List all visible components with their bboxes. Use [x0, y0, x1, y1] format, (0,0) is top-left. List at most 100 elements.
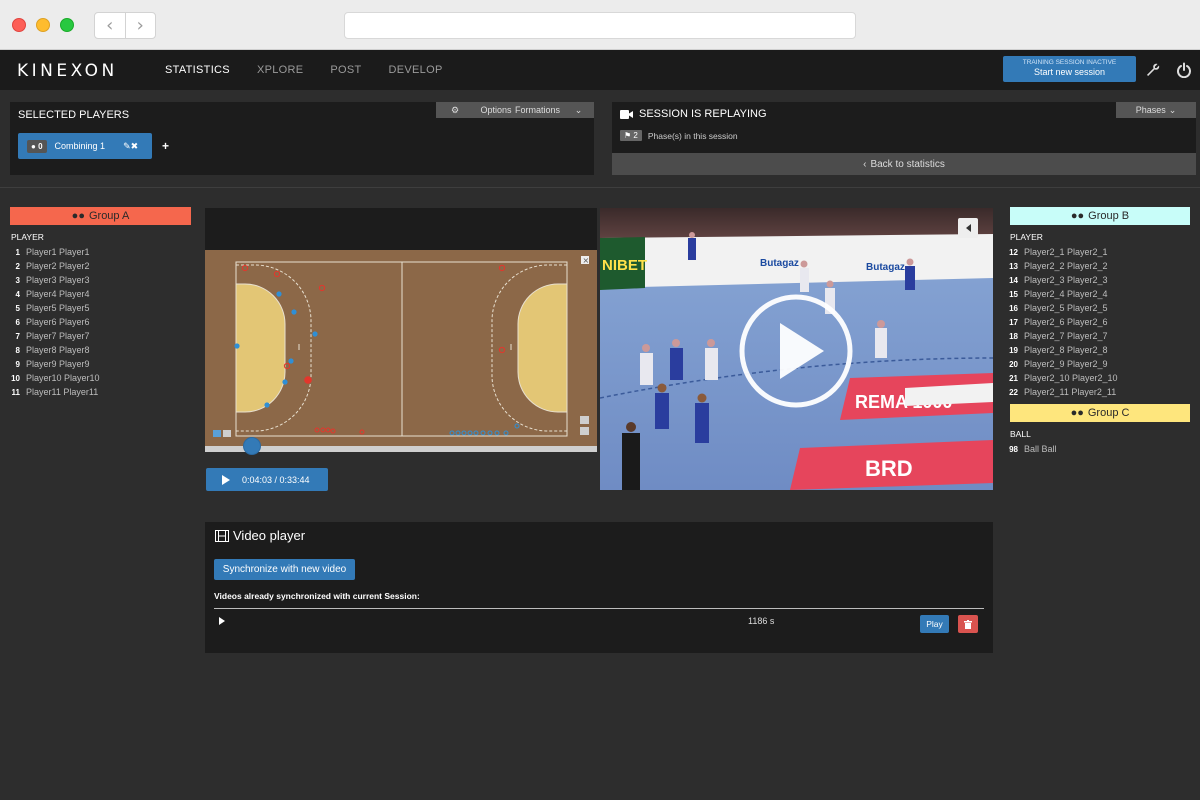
- nav-link-statistics[interactable]: STATISTICS: [165, 64, 230, 76]
- sync-video-button[interactable]: Synchronize with new video: [214, 559, 355, 580]
- group-a-list-title: PLAYER: [11, 232, 44, 242]
- nav-link-post[interactable]: POST: [330, 64, 361, 76]
- session-replay-panel: SESSION IS REPLAYING Phases ⌄ ⚑ 2 Phase(s…: [612, 102, 1196, 175]
- phase-count: 2: [633, 131, 638, 140]
- player-list-item[interactable]: 8 Player8 Player8: [2, 343, 100, 357]
- player-list-item[interactable]: 14 Player2_3 Player2_3: [1000, 273, 1118, 287]
- options-bar: ⚙ Options Formations ⌄: [436, 102, 594, 118]
- url-bar[interactable]: [344, 12, 856, 39]
- phases-button[interactable]: Phases ⌄: [1116, 102, 1196, 118]
- player-list-item[interactable]: 5 Player5 Player5: [2, 301, 100, 315]
- power-icon[interactable]: [1176, 62, 1192, 78]
- group-c-name: Group C: [1087, 407, 1130, 419]
- combine-button[interactable]: ● 0 Combining 1 ✎✖: [18, 133, 152, 159]
- player-name: Player2_8 Player2_8: [1024, 345, 1108, 355]
- back-arrow-icon[interactable]: ‹: [95, 13, 126, 38]
- formations-button[interactable]: Formations ⌄: [515, 102, 594, 118]
- wrench-icon[interactable]: [1145, 62, 1161, 78]
- video-player-header: Video player: [215, 528, 305, 543]
- player-list-item[interactable]: 7 Player7 Player7: [2, 329, 100, 343]
- player-name: Player5 Player5: [26, 303, 90, 313]
- selected-players-title: SELECTED PLAYERS: [18, 109, 130, 121]
- player-list-item[interactable]: 20 Player2_9 Player2_9: [1000, 357, 1118, 371]
- nav-link-xplore[interactable]: XPLORE: [257, 64, 303, 76]
- options-button[interactable]: ⚙ Options: [436, 102, 515, 118]
- main-nav: STATISTICS XPLORE POST DEVELOP: [165, 64, 443, 76]
- selected-players-panel: SELECTED PLAYERS ⚙ Options Formations ⌄ ● …: [10, 102, 594, 175]
- play-icon: [222, 474, 230, 485]
- player-number: 8: [15, 345, 20, 355]
- player-name: Player9 Player9: [26, 359, 90, 369]
- window-minimize-button[interactable]: [36, 18, 50, 32]
- window-close-button[interactable]: [12, 18, 26, 32]
- player-name: Player10 Player10: [26, 373, 100, 383]
- video-duration: 1186 s: [748, 616, 775, 626]
- forward-arrow-icon[interactable]: ›: [126, 13, 156, 38]
- player-list-item[interactable]: 3 Player3 Player3: [2, 273, 100, 287]
- close-icon[interactable]: ✖: [131, 141, 139, 151]
- player-number: 14: [1009, 275, 1018, 285]
- player-list-item[interactable]: 21 Player2_10 Player2_10: [1000, 371, 1117, 385]
- svg-text:×: ×: [583, 256, 590, 265]
- player-list-item[interactable]: 2 Player2 Player2: [2, 259, 100, 273]
- ad-nibet: NIBET: [602, 257, 647, 274]
- video-player-title: Video player: [233, 528, 306, 543]
- nav-link-develop[interactable]: DEVELOP: [389, 64, 443, 76]
- player-name: Player2_2 Player2_2: [1024, 261, 1108, 271]
- player-list-item[interactable]: 10 Player10 Player10: [2, 371, 100, 385]
- player-list-item[interactable]: 11 Player11 Player11: [2, 385, 100, 399]
- player-number: 20: [1009, 359, 1018, 369]
- player-name: Player2 Player2: [26, 261, 90, 271]
- handball-court[interactable]: ×: [205, 250, 597, 446]
- player-number: 16: [1009, 303, 1018, 313]
- chevron-down-icon: ⌄: [574, 104, 583, 115]
- edit-remove-icons[interactable]: ✎✖: [123, 141, 138, 152]
- session-replay-header: SESSION IS REPLAYING: [620, 108, 767, 120]
- player-list-item[interactable]: 4 Player4 Player4: [2, 287, 100, 301]
- player-list-item[interactable]: 9 Player9 Player9: [2, 357, 100, 371]
- group-b-header[interactable]: ●● Group B: [1010, 207, 1190, 225]
- ad-butagaz-1: Butagaz: [760, 258, 799, 269]
- player-number: 22: [1009, 387, 1018, 397]
- player-list-item[interactable]: 98 Ball Ball: [1000, 442, 1056, 456]
- player-list-item[interactable]: 13 Player2_2 Player2_2: [1000, 259, 1118, 273]
- player-list-item[interactable]: 18 Player2_7 Player2_7: [1000, 329, 1118, 343]
- back-to-statistics-button[interactable]: ‹ Back to statistics: [612, 153, 1196, 175]
- playback-timeline[interactable]: [205, 446, 597, 452]
- edit-icon[interactable]: ✎: [123, 141, 131, 151]
- player-name: Player2_11 Player2_11: [1024, 387, 1117, 397]
- video-player-panel: Video player Synchronize with new video …: [205, 522, 993, 653]
- delete-video-button[interactable]: [958, 615, 978, 633]
- player-list-item[interactable]: 19 Player2_8 Player2_8: [1000, 343, 1118, 357]
- match-video[interactable]: NIBET Butagaz Butagaz REMA 1000 BRD: [600, 208, 993, 490]
- group-c-header[interactable]: ●● Group C: [1010, 404, 1190, 422]
- timeline-handle[interactable]: [243, 437, 262, 455]
- collapse-video-button[interactable]: [958, 218, 978, 238]
- player-name: Player2_9 Player2_9: [1024, 359, 1108, 369]
- window-maximize-button[interactable]: [60, 18, 74, 32]
- phases-label: Phases: [1135, 105, 1166, 115]
- kinexon-logo[interactable]: KINEXON: [17, 61, 118, 81]
- playback-time: 0:04:03 / 0:33:44: [242, 474, 310, 485]
- player-list-item[interactable]: 1 Player1 Player1: [2, 245, 100, 259]
- player-list-item[interactable]: 12 Player2_1 Player2_1: [1000, 245, 1118, 259]
- group-a-player-list: 1 Player1 Player1 2 Player2 Player2 3 Player3…: [2, 245, 100, 399]
- player-list-item[interactable]: 22 Player2_11 Player2_11: [1000, 385, 1118, 399]
- expand-row-icon[interactable]: [219, 617, 225, 625]
- group-b-list-title: PLAYER: [1010, 232, 1043, 242]
- combine-label: Combining 1: [54, 141, 106, 151]
- player-list-item[interactable]: 17 Player2_6 Player2_6: [1000, 315, 1118, 329]
- group-a-header[interactable]: ●● Group A: [10, 207, 191, 225]
- playback-button[interactable]: 0:04:03 / 0:33:44: [206, 468, 328, 491]
- synced-videos-label: Videos already synchronized with current…: [214, 591, 420, 601]
- play-video-button[interactable]: Play: [920, 615, 949, 633]
- player-number: 9: [15, 359, 20, 369]
- caret-left-icon: [965, 224, 971, 232]
- player-list-item[interactable]: 6 Player6 Player6: [2, 315, 100, 329]
- player-list-item[interactable]: 15 Player2_4 Player2_4: [1000, 287, 1118, 301]
- add-combine-button[interactable]: +: [162, 139, 169, 153]
- start-session-button[interactable]: TRAINING SESSION INACTIVE Start new sess…: [1003, 56, 1136, 82]
- start-session-label: Start new session: [1033, 67, 1106, 77]
- group-a-name: Group A: [88, 210, 130, 222]
- player-list-item[interactable]: 16 Player2_5 Player2_5: [1000, 301, 1118, 315]
